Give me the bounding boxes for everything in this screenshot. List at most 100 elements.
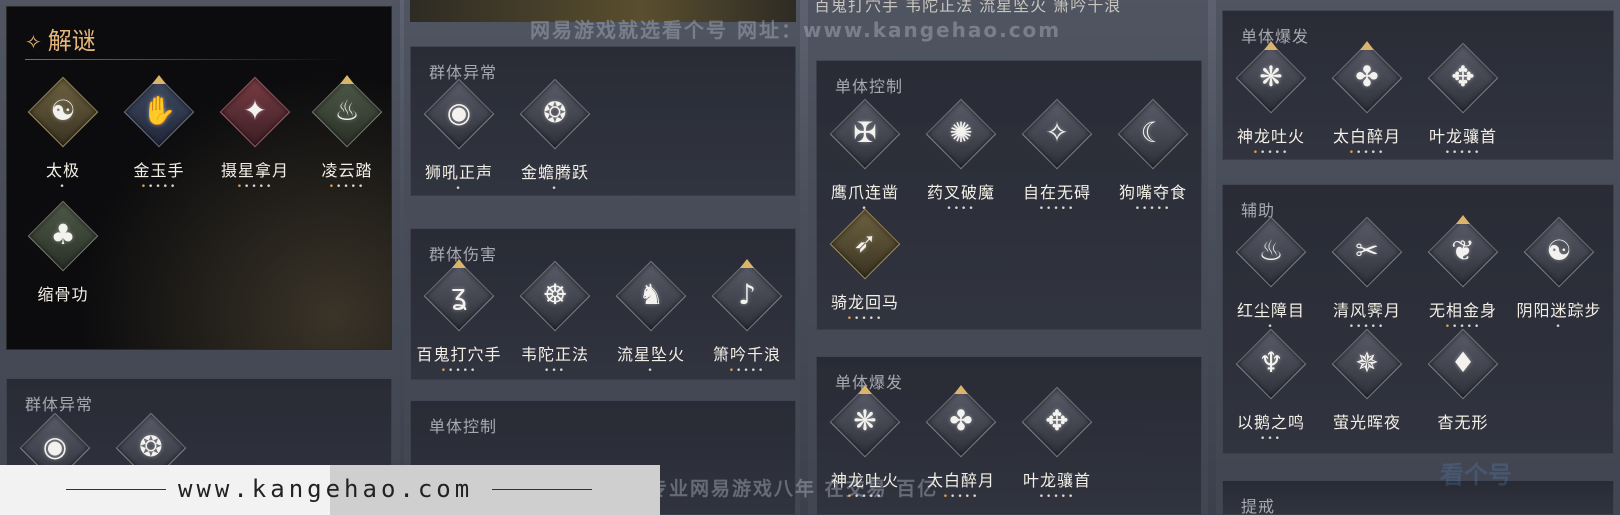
- rank-crown-icon: [340, 75, 354, 84]
- skill-tile[interactable]: ☸ 韦陀正法 •••: [507, 260, 603, 377]
- skill-level-dots: •••••: [1348, 148, 1386, 158]
- skill-tile[interactable]: ❦ 无相金身 •••••: [1415, 215, 1511, 333]
- col4-single-burst-panel: 单体爆发 ❋ 神龙吐火 ••••• ✤ 太白醉月 ••••• ✥ 叶龙骧首 •••••: [1222, 10, 1614, 160]
- skill-level-dots: •••••: [846, 314, 884, 324]
- skill-tile[interactable]: ✋ 金玉手 •••••: [111, 75, 207, 193]
- skill-level-dots: •: [647, 366, 655, 376]
- skill-icon: ♆: [1258, 346, 1284, 379]
- skill-icon: ✺: [949, 116, 973, 149]
- skill-icon: ❂: [139, 430, 163, 463]
- skill-level-dots: •••: [1260, 434, 1282, 444]
- skill-tile[interactable]: ✂ 清风霁月 •••••: [1319, 216, 1415, 333]
- skill-tile[interactable]: ✤ 太白醉月 •••••: [1319, 41, 1415, 159]
- skill-tile[interactable]: ☯ 阴阳迷踪步 •: [1511, 216, 1607, 333]
- skill-icon: ✦: [243, 94, 267, 127]
- skill-icon: ♞: [638, 278, 664, 311]
- col3-single-control-panel: 单体控制 ✠鹰爪连凿•✺药叉破魔••••✧自在无碍••••• ☾ 狗嘴夺食 •••••…: [816, 60, 1202, 330]
- skill-tile[interactable]: ✥ 叶龙骧首 •••••: [1009, 386, 1105, 503]
- skill-name: 骑龙回马: [830, 293, 899, 312]
- footer-rule-right: [492, 489, 592, 490]
- skill-tile[interactable]: ♞ 流星坠火 •: [603, 260, 699, 377]
- panel-title: 提戒: [1241, 497, 1276, 515]
- skill-icon: ☯: [1546, 234, 1572, 267]
- skill-tile[interactable]: ☯ 太极 •: [15, 76, 111, 193]
- skill-tile[interactable]: ✧ 自在无碍 •••••: [1009, 98, 1105, 215]
- skill-tile[interactable]: ʓ 百鬼打穴手 •••••: [411, 259, 507, 377]
- skill-tile[interactable]: ♣ 缩骨功: [15, 200, 111, 305]
- rank-crown-icon: [1360, 41, 1374, 50]
- skill-level-dots: •••••: [440, 366, 478, 376]
- skill-tile[interactable]: ♦ 杳无形: [1415, 328, 1511, 433]
- skill-icon: ♨: [334, 94, 360, 127]
- skill-tile[interactable]: ✥ 叶龙骧首 •••••: [1415, 42, 1511, 159]
- skill-name: 狗嘴夺食: [1118, 183, 1187, 202]
- skill-name: 金蟾腾跃: [520, 163, 589, 182]
- skill-name: 太白醉月: [1332, 127, 1401, 146]
- skill-icon: ✥: [1451, 60, 1475, 93]
- col2-group-anomaly-panel: 群体异常 ◉ 狮吼正声 • ❂ 金蟾腾跃 •: [410, 46, 796, 196]
- skill-icon: ☾: [1140, 116, 1166, 149]
- skill-name: 清风霁月: [1332, 301, 1401, 320]
- skill-tile[interactable]: ❋ 神龙吐火 •••••: [1223, 41, 1319, 159]
- skill-level-dots: •••••: [328, 182, 366, 192]
- skill-level-dots: •••: [544, 366, 566, 376]
- footer-rule-left: [66, 489, 166, 490]
- skill-tile[interactable]: ♆ 以鹅之鸣 •••: [1223, 328, 1319, 445]
- skill-icon: ◉: [446, 96, 472, 129]
- footer-url: www.kangehao.com: [178, 475, 474, 503]
- skill-tile[interactable]: ✠鹰爪连凿•: [817, 98, 913, 215]
- rank-crown-icon: [858, 385, 872, 394]
- star-icon: ✧: [25, 30, 42, 54]
- skill-name: 叶龙骧首: [1022, 471, 1091, 490]
- watermark-top: 网易游戏就选看个号 网址：www.kangehao.com: [530, 18, 1062, 42]
- skill-icon: ❋: [853, 404, 877, 437]
- skill-name: 流星坠火: [616, 345, 685, 364]
- skill-tile[interactable]: ➶ 骑龙回马 •••••: [817, 208, 913, 325]
- skill-icon: ✤: [1355, 60, 1379, 93]
- skill-tile[interactable]: ❂ 金蟾腾跃 •: [507, 78, 603, 195]
- skill-level-dots: •: [455, 184, 463, 194]
- skill-name: 凌云踏: [321, 161, 373, 180]
- skill-tile[interactable]: ✦ 摄星拿月 •••••: [207, 76, 303, 193]
- skill-level-dots: •: [551, 184, 559, 194]
- rank-crown-icon: [954, 385, 968, 394]
- skill-icon: ʓ: [450, 278, 468, 311]
- footer-watermark-bar: www.kangehao.com: [0, 465, 660, 515]
- skill-icon: ✂: [1355, 234, 1379, 267]
- skill-level-dots: •••••: [1252, 148, 1290, 158]
- col4-support-panel: 辅助 ♨ 红尘障目 • ✂ 清风霁月 ••••• ❦ 无相金身 ••••• ☯ 阴阳迷踪步 • ♆ 以鹅之…: [1222, 184, 1614, 454]
- skill-tile[interactable]: ♪ 箫吟千浪 •••••: [699, 259, 795, 377]
- skill-tile[interactable]: ☾ 狗嘴夺食 •••••: [1105, 98, 1201, 215]
- skill-tile[interactable]: ♨ 红尘障目 •: [1223, 216, 1319, 333]
- skill-level-dots: •••••: [140, 182, 178, 192]
- skill-name: 阴阳迷踪步: [1516, 301, 1602, 320]
- skill-icon: ✋: [141, 94, 177, 127]
- skill-tile[interactable]: ✺ 药叉破魔 ••••: [913, 98, 1009, 215]
- skill-icon: ✠: [853, 116, 877, 149]
- panel-title: 单体控制: [835, 77, 904, 96]
- skill-name: 摄星拿月: [220, 161, 289, 180]
- skill-icon: ❋: [1259, 60, 1283, 93]
- skill-level-dots: •••••: [236, 182, 274, 192]
- skill-tile[interactable]: ✵ 萤光晖夜: [1319, 328, 1415, 433]
- skill-name: 无相金身: [1428, 301, 1497, 320]
- rank-crown-icon: [1456, 215, 1470, 224]
- skill-name: 金玉手: [133, 161, 185, 180]
- rank-crown-icon: [740, 259, 754, 268]
- panel-title: 群体异常: [25, 395, 94, 414]
- skill-icon: ♨: [1258, 234, 1284, 267]
- panel-title: 群体异常: [429, 63, 498, 82]
- skill-icon: ♦: [1450, 346, 1476, 379]
- skill-name: 狮吼正声: [424, 163, 493, 182]
- skill-level-dots: •: [1555, 322, 1563, 332]
- skill-icon: ☸: [542, 278, 568, 311]
- skill-icon: ✧: [1045, 116, 1069, 149]
- title-divider: [25, 59, 345, 60]
- skill-icon: ✥: [1045, 404, 1069, 437]
- skill-icon: ➶: [853, 226, 877, 259]
- skill-tile[interactable]: ◉ 狮吼正声 •: [411, 78, 507, 195]
- skill-icon: ◉: [42, 430, 68, 463]
- skill-icon: ♣: [50, 218, 76, 251]
- rank-crown-icon: [1264, 41, 1278, 50]
- skill-tile[interactable]: ♨ 凌云踏 •••••: [299, 75, 395, 193]
